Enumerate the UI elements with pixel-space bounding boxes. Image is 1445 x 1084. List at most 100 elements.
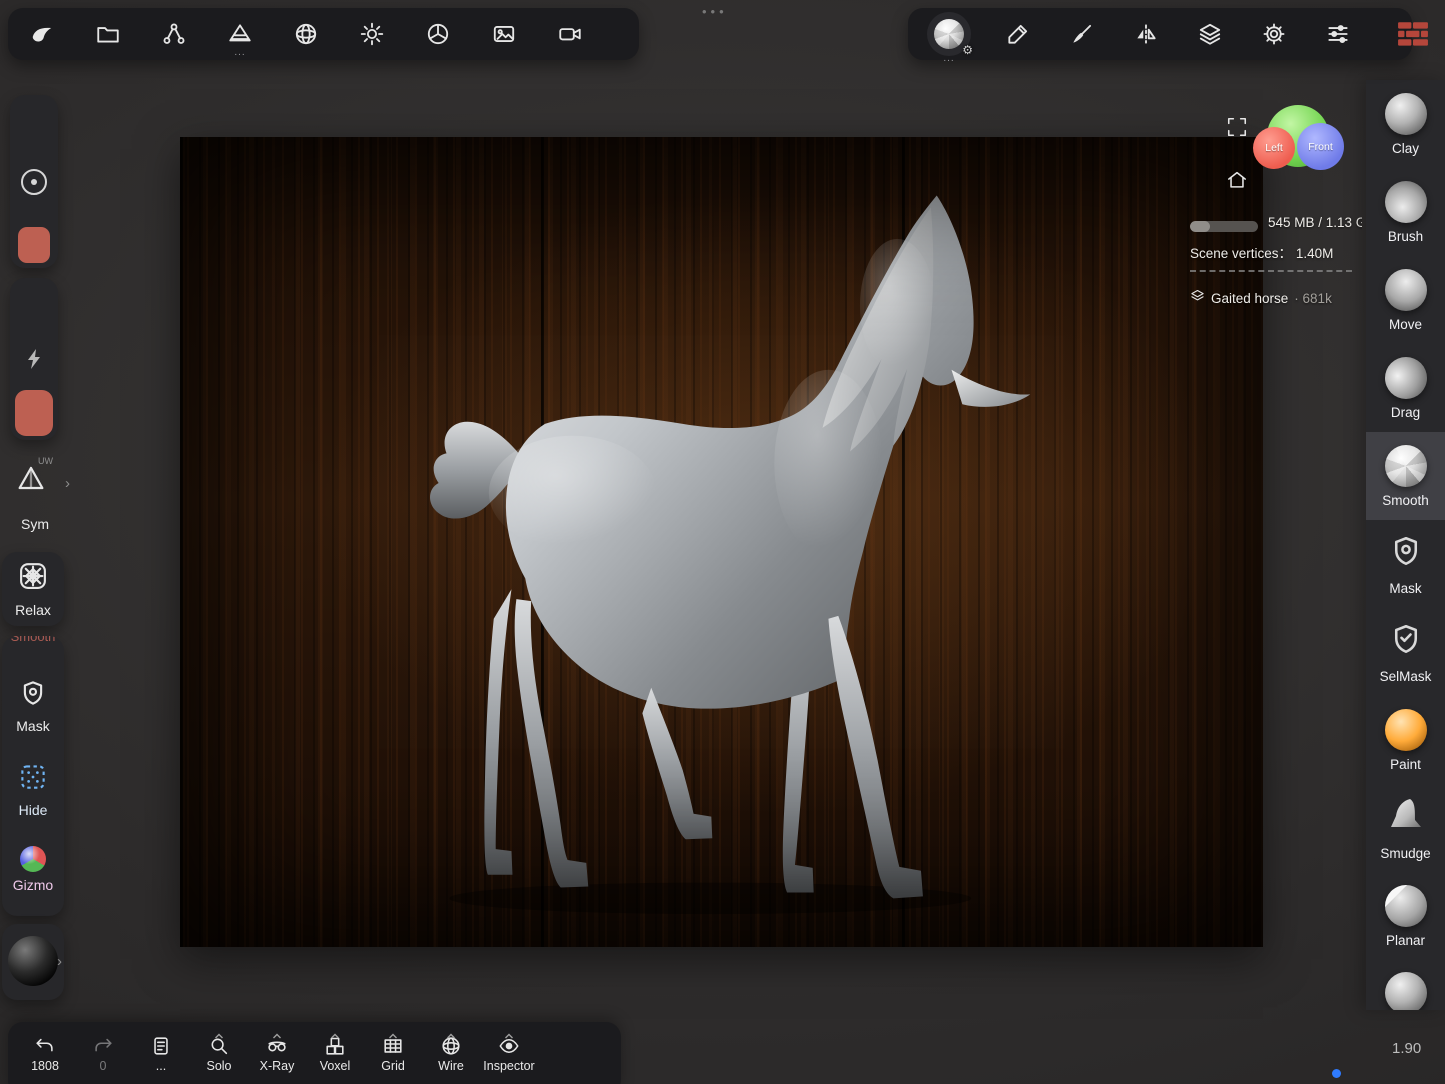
history-bricks-icon[interactable] [1396, 18, 1430, 52]
app-window: ••• ... [0, 0, 1445, 1084]
material-sphere-icon[interactable] [421, 17, 455, 51]
background-image-icon[interactable] [487, 17, 521, 51]
scene-graph-icon[interactable] [157, 17, 191, 51]
radius-slider-fill [18, 227, 50, 263]
gizmo-button[interactable]: Gizmo [2, 846, 64, 893]
bottom-toolbar: 1808 0 ... Solo X-Ray Voxel Grid [8, 1022, 621, 1084]
sym-chevron-icon: › [65, 476, 70, 491]
lighting-sun-icon[interactable] [355, 17, 389, 51]
tool-label: Mask [1389, 581, 1421, 596]
material-chevron-icon: › [57, 954, 62, 969]
hide-dotted-square-icon [18, 762, 48, 797]
left-tool-group: Smooth Mask Hide Gizmo [2, 636, 64, 916]
nav-left-label: Left [1265, 142, 1283, 154]
relax-button[interactable]: Relax [2, 552, 64, 626]
topology-more-dots: ... [234, 48, 245, 58]
horse-model[interactable] [415, 162, 1045, 922]
tool-smudge[interactable]: Smudge [1366, 784, 1445, 872]
mask-label: Mask [16, 718, 49, 734]
tool-brush[interactable]: Brush [1366, 168, 1445, 256]
smudge-bell-icon [1386, 795, 1426, 840]
tool-label: Drag [1391, 405, 1420, 420]
paint-sphere-icon [1385, 709, 1427, 751]
mask-button[interactable]: Mask [2, 678, 64, 734]
camera-icon[interactable] [553, 17, 587, 51]
stroke-pencil-icon[interactable] [1001, 17, 1035, 51]
brush-intensity-slider[interactable] [10, 278, 58, 440]
sculpt-viewport[interactable] [180, 137, 1263, 947]
window-drag-handle[interactable]: ••• [702, 4, 728, 19]
xray-button[interactable]: X-Ray [248, 1029, 306, 1073]
tool-settings-gear-icon: ⚙ [962, 43, 973, 57]
falloff-brush-icon[interactable] [1065, 17, 1099, 51]
wire-button[interactable]: Wire [422, 1029, 480, 1073]
fullscreen-icon[interactable] [1220, 110, 1254, 144]
tool-smooth[interactable]: Smooth [1366, 432, 1445, 520]
symmetry-mirror-icon[interactable] [1129, 17, 1163, 51]
grid-label: Grid [381, 1060, 405, 1073]
brush-radius-slider[interactable] [10, 95, 58, 268]
scene-vertices-label: Scene vertices： [1190, 246, 1292, 261]
symmetry-button[interactable]: UW › Sym [6, 450, 64, 532]
tool-label: Clay [1392, 141, 1419, 156]
ghost-smooth-label: Smooth [2, 636, 64, 644]
redo-count: 0 [100, 1060, 107, 1073]
object-row[interactable]: Gaited horse · 681k [1190, 288, 1332, 308]
material-sphere-preview [8, 936, 58, 986]
grid-button[interactable]: Grid [364, 1029, 422, 1073]
topology-icon[interactable]: ... [223, 17, 257, 51]
undo-button[interactable]: 1808 [16, 1029, 74, 1073]
nav-left-sphere[interactable]: Left [1253, 127, 1295, 169]
redo-button[interactable]: 0 [74, 1029, 132, 1073]
radius-indicator [21, 169, 47, 195]
active-tool-thumbnail [934, 19, 964, 49]
gizmo-sphere-icon [20, 846, 46, 872]
tool-mask[interactable]: Mask [1366, 520, 1445, 608]
memory-progress-fill [1190, 221, 1210, 232]
info-separator [1190, 270, 1352, 272]
tool-planar[interactable]: Planar [1366, 872, 1445, 960]
object-name: Gaited horse [1211, 291, 1288, 306]
planar-sphere-icon [1385, 885, 1427, 927]
settings-gear-icon[interactable] [1257, 17, 1291, 51]
files-icon[interactable] [91, 17, 125, 51]
top-right-toolbar: ⚙ ... [908, 8, 1412, 60]
sym-prism-icon [14, 462, 48, 499]
submenu-caret-icon [214, 1026, 224, 1044]
active-tool-preview-button[interactable]: ⚙ ... [927, 12, 971, 56]
submenu-caret-icon [272, 1026, 282, 1044]
memory-progressbar [1190, 221, 1258, 232]
undo-count: 1808 [31, 1060, 59, 1073]
tool-clay[interactable]: Clay [1366, 80, 1445, 168]
tool-selmask[interactable]: SelMask [1366, 608, 1445, 696]
voxel-button[interactable]: Voxel [306, 1029, 364, 1073]
scene-vertices-value: 1.40M [1296, 246, 1334, 261]
submenu-caret-icon [446, 1026, 456, 1044]
hide-label: Hide [19, 802, 48, 818]
hide-button[interactable]: Hide [2, 762, 64, 818]
tool-label: Paint [1390, 757, 1421, 772]
multires-sphere-icon[interactable] [289, 17, 323, 51]
tool-paint[interactable]: Paint [1366, 696, 1445, 784]
home-view-icon[interactable] [1220, 163, 1254, 197]
xray-label: X-Ray [260, 1060, 295, 1073]
drag-sphere-icon [1385, 357, 1427, 399]
relax-web-icon [18, 561, 48, 596]
tool-drag[interactable]: Drag [1366, 344, 1445, 432]
inspector-button[interactable]: Inspector [480, 1029, 538, 1073]
tool-label: Planar [1386, 933, 1425, 948]
solo-button[interactable]: Solo [190, 1029, 248, 1073]
mask-shield-icon [1388, 532, 1424, 575]
top-left-toolbar: ... [8, 8, 639, 60]
tool-partial[interactable] [1366, 960, 1445, 1010]
nav-front-sphere[interactable]: Front [1297, 123, 1344, 170]
tool-label: Brush [1388, 229, 1423, 244]
layers-icon[interactable] [1193, 17, 1227, 51]
nomad-logo-icon[interactable] [25, 17, 59, 51]
layers-list-button[interactable]: ... [132, 1029, 190, 1073]
interface-sliders-icon[interactable] [1321, 17, 1355, 51]
pencil-indicator-dot [1332, 1069, 1341, 1078]
material-preview-button[interactable]: › [2, 924, 64, 1000]
tool-move[interactable]: Move [1366, 256, 1445, 344]
orientation-gizmo[interactable]: Left Front [1256, 104, 1342, 190]
